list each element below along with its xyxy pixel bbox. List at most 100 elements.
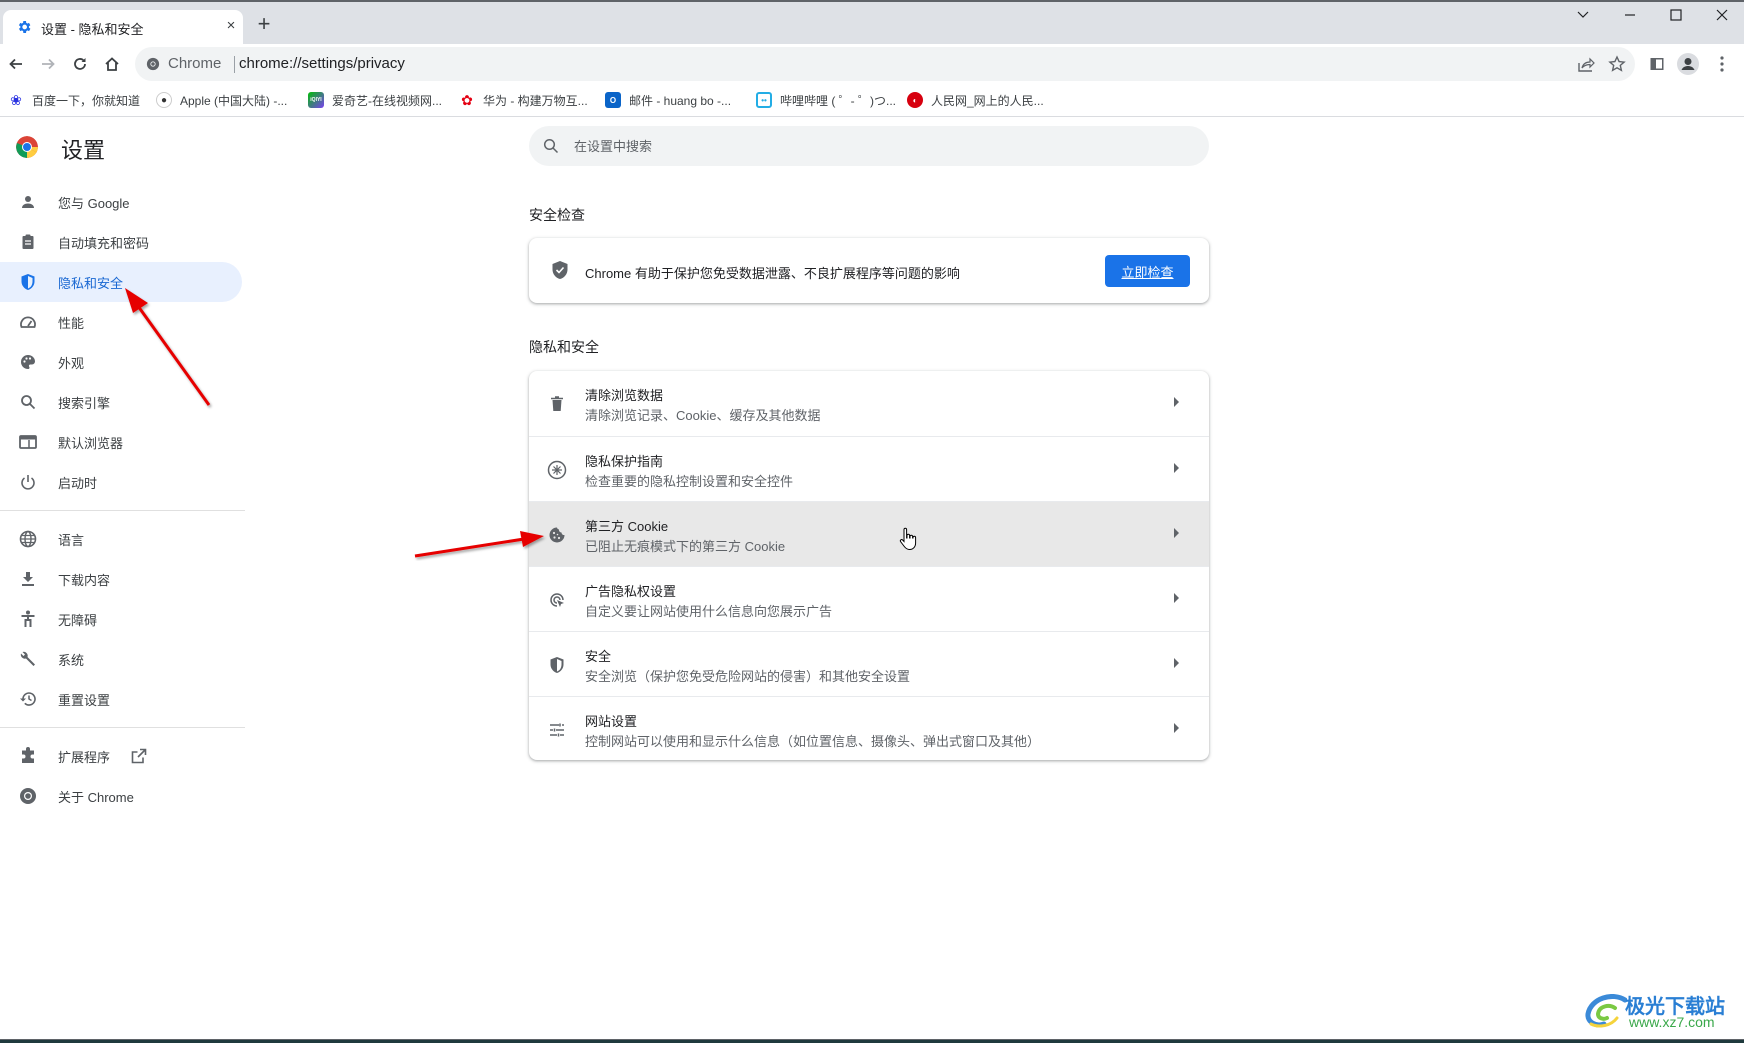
sidebar-item-system[interactable]: 系统 xyxy=(0,639,242,679)
bookmark-item[interactable]: iQIYI 爱奇艺-在线视频网... xyxy=(308,90,442,110)
row-clear-browsing-data[interactable]: 清除浏览数据 清除浏览记录、Cookie、缓存及其他数据 xyxy=(529,371,1209,436)
sidebar-item-downloads[interactable]: 下载内容 xyxy=(0,559,242,599)
clipboard-icon xyxy=(18,232,38,252)
sidebar-item-about-chrome[interactable]: 关于 Chrome xyxy=(0,776,242,816)
sidebar-item-autofill[interactable]: 自动填充和密码 xyxy=(0,222,242,262)
accessibility-icon xyxy=(18,609,38,629)
row-site-settings[interactable]: 网站设置 控制网站可以使用和显示什么信息（如位置信息、摄像头、弹出式窗口及其他） xyxy=(529,696,1209,760)
bookmark-item[interactable]: O 邮件 - huang bo -... xyxy=(605,90,731,110)
row-ad-privacy[interactable]: 广告隐私权设置 自定义要让网站使用什么信息向您展示广告 xyxy=(529,566,1209,631)
row-privacy-guide[interactable]: 隐私保护指南 检查重要的隐私控制设置和安全控件 xyxy=(529,436,1209,501)
sidebar-item-reset[interactable]: 重置设置 xyxy=(0,679,242,719)
reload-button[interactable] xyxy=(66,50,94,78)
home-button[interactable] xyxy=(98,50,126,78)
reload-icon xyxy=(74,58,86,70)
sidebar-item-languages[interactable]: 语言 xyxy=(0,519,242,559)
bookmark-item[interactable]: ◐ 人民网_网上的人民... xyxy=(907,90,1044,110)
bookmark-item[interactable]: •• 哔哩哔哩 ( ゜- ゜)つ... xyxy=(756,90,896,110)
minimize-icon xyxy=(1625,14,1635,16)
gear-icon xyxy=(16,19,32,35)
privacy-security-card: 清除浏览数据 清除浏览记录、Cookie、缓存及其他数据 隐私保护指南 检查重要… xyxy=(529,371,1209,760)
check-now-button[interactable]: 立即检查 xyxy=(1105,255,1190,287)
shield-icon xyxy=(18,272,38,292)
menu-button[interactable] xyxy=(1708,50,1736,78)
row-title: 清除浏览数据 xyxy=(585,388,664,403)
privacy-guide-icon xyxy=(546,459,568,481)
watermark-url: www.xz7.com xyxy=(1629,1014,1715,1030)
tab-strip: 设置 - 隐私和安全 × + xyxy=(0,0,1744,46)
watermark: 极光下载站 www.xz7.com xyxy=(1585,990,1735,1030)
bookmark-item[interactable]: ❀ 百度一下，你就知道 xyxy=(8,90,140,110)
new-tab-button[interactable]: + xyxy=(254,13,274,35)
bookmark-label: 华为 - 构建万物互... xyxy=(483,93,588,108)
minimize-button[interactable] xyxy=(1610,8,1650,32)
omnibox-separator xyxy=(234,56,235,73)
toolbar: Chrome chrome://settings/privacy xyxy=(0,44,1744,84)
share-icon[interactable] xyxy=(1577,55,1595,73)
side-panel-button[interactable] xyxy=(1643,50,1671,78)
annotation-arrow-cookie xyxy=(414,531,544,558)
huawei-icon: ✿ xyxy=(461,91,473,108)
sidebar-item-accessibility[interactable]: 无障碍 xyxy=(0,599,242,639)
arrow-right-icon xyxy=(1174,723,1179,733)
sidebar-item-search-engine[interactable]: 搜索引擎 xyxy=(0,382,242,422)
settings-search[interactable] xyxy=(529,126,1209,166)
row-third-party-cookies[interactable]: 第三方 Cookie 已阻止无痕模式下的第三方 Cookie xyxy=(529,501,1209,566)
maximize-icon xyxy=(1670,9,1682,21)
profile-button[interactable] xyxy=(1674,50,1702,78)
safety-check-heading: 安全检查 xyxy=(529,207,585,223)
row-subtitle: 安全浏览（保护您免受危险网站的侵害）和其他安全设置 xyxy=(585,669,911,684)
bookmark-star-icon[interactable] xyxy=(1608,55,1626,73)
address-bar[interactable]: Chrome chrome://settings/privacy xyxy=(135,47,1635,81)
tab-settings-privacy[interactable]: 设置 - 隐私和安全 × xyxy=(3,10,243,46)
taskbar-edge xyxy=(0,1039,1744,1043)
ad-privacy-icon xyxy=(546,589,568,611)
row-security[interactable]: 安全 安全浏览（保护您免受危险网站的侵害）和其他安全设置 xyxy=(529,631,1209,696)
arrow-right-icon xyxy=(1174,463,1179,473)
back-button[interactable] xyxy=(2,50,30,78)
url-text[interactable]: chrome://settings/privacy xyxy=(239,55,405,72)
sidebar-item-appearance[interactable]: 外观 xyxy=(0,342,242,382)
privacy-security-heading: 隐私和安全 xyxy=(529,339,599,355)
close-window-button[interactable] xyxy=(1702,8,1742,32)
sidebar-item-label: 您与 Google xyxy=(58,195,130,211)
sidebar-item-you-and-google[interactable]: 您与 Google xyxy=(0,182,242,222)
safety-check-row: Chrome 有助于保护您免受数据泄露、不良扩展程序等问题的影响 立即检查 xyxy=(529,238,1209,303)
globe-icon xyxy=(18,529,38,549)
outlook-icon: O xyxy=(605,92,621,108)
safety-check-card: Chrome 有助于保护您免受数据泄露、不良扩展程序等问题的影响 立即检查 xyxy=(529,238,1209,303)
download-icon xyxy=(18,569,38,589)
sidebar-item-label: 外观 xyxy=(58,355,85,371)
bookmark-item[interactable]: ✿ 华为 - 构建万物互... xyxy=(459,90,588,110)
bilibili-icon: •• xyxy=(756,92,772,108)
sidebar-item-extensions[interactable]: 扩展程序 xyxy=(0,736,242,776)
cookie-icon xyxy=(546,524,568,546)
bookmark-label: Apple (中国大陆) -... xyxy=(180,93,288,108)
sidebar-item-label: 重置设置 xyxy=(58,692,111,708)
forward-button[interactable] xyxy=(34,50,62,78)
tab-close-icon[interactable]: × xyxy=(221,16,241,36)
bookmarks-bar: ❀ 百度一下，你就知道 ● Apple (中国大陆) -... iQIYI 爱奇… xyxy=(0,84,1744,117)
chevron-down-icon xyxy=(1577,11,1589,18)
people-daily-icon: ◐ xyxy=(907,92,923,108)
side-panel-icon xyxy=(1650,58,1664,70)
sidebar-item-label: 扩展程序 xyxy=(58,749,111,765)
arrow-right-icon xyxy=(1174,593,1179,603)
search-icon xyxy=(18,392,38,412)
sidebar-item-performance[interactable]: 性能 xyxy=(0,302,242,342)
close-icon xyxy=(1716,9,1728,21)
bookmark-item[interactable]: ● Apple (中国大陆) -... xyxy=(156,90,287,110)
sidebar-item-default-browser[interactable]: 默认浏览器 xyxy=(0,422,242,462)
row-subtitle: 清除浏览记录、Cookie、缓存及其他数据 xyxy=(585,408,821,423)
maximize-button[interactable] xyxy=(1656,8,1696,32)
forward-arrow-icon xyxy=(42,58,55,70)
sidebar-item-label: 默认浏览器 xyxy=(58,435,124,451)
sidebar-item-privacy[interactable]: 隐私和安全 xyxy=(0,262,242,302)
sidebar-item-label: 下载内容 xyxy=(58,572,111,588)
sidebar-item-on-startup[interactable]: 启动时 xyxy=(0,462,242,502)
tab-search-button[interactable] xyxy=(1563,8,1603,32)
row-subtitle: 自定义要让网站使用什么信息向您展示广告 xyxy=(585,604,833,619)
row-title: 第三方 Cookie xyxy=(585,519,669,534)
history-icon xyxy=(18,689,38,709)
search-input[interactable] xyxy=(574,126,1174,166)
